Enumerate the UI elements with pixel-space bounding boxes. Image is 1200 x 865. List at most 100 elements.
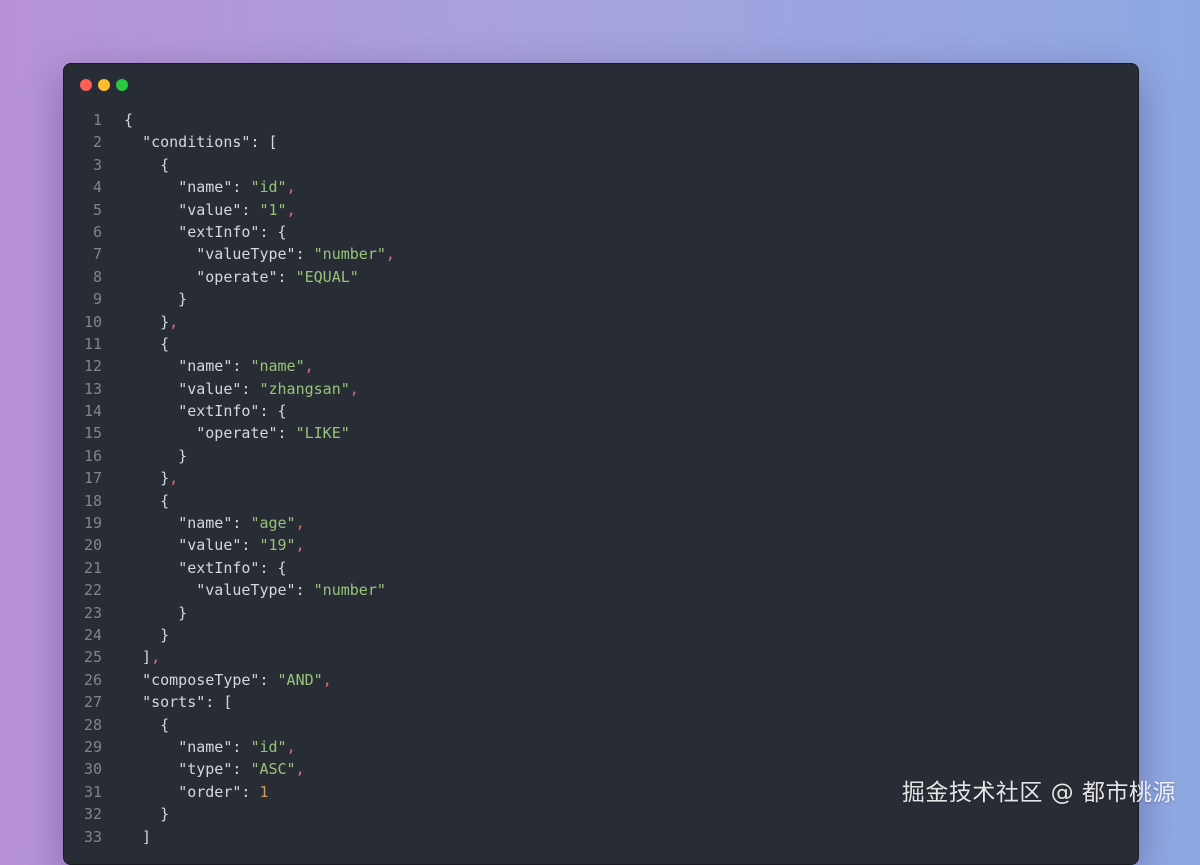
json-punctuation bbox=[124, 536, 178, 554]
code-line: 17 }, bbox=[64, 467, 1138, 489]
line-number: 23 bbox=[83, 603, 102, 622]
json-punctuation: } bbox=[124, 603, 188, 622]
line-text: "order": 1 bbox=[124, 781, 268, 803]
code-line: 4 "name": "id", bbox=[64, 176, 1138, 198]
line-text: ], bbox=[124, 646, 160, 668]
code-line: 16 } bbox=[64, 445, 1138, 467]
json-key: "name" bbox=[178, 178, 233, 197]
json-key: "operate" bbox=[196, 424, 278, 443]
json-punctuation bbox=[124, 201, 178, 219]
code-line: 21 "extInfo": { bbox=[64, 557, 1138, 579]
code-line: 5 "value": "1", bbox=[64, 199, 1138, 221]
json-key: "type" bbox=[178, 760, 233, 779]
line-number: 4 bbox=[92, 178, 102, 197]
line-text: "operate": "EQUAL" bbox=[124, 266, 359, 288]
json-punctuation bbox=[124, 245, 196, 263]
json-key: "name" bbox=[178, 514, 233, 533]
code-line: 15 "operate": "LIKE" bbox=[64, 422, 1138, 444]
minimize-button[interactable] bbox=[98, 79, 110, 91]
code-line: 20 "value": "19", bbox=[64, 534, 1138, 556]
line-text: "composeType": "AND", bbox=[124, 669, 332, 691]
line-number: 30 bbox=[83, 760, 102, 779]
code-line: 29 "name": "id", bbox=[64, 736, 1138, 758]
line-text: } bbox=[124, 624, 169, 646]
json-punctuation: : bbox=[232, 737, 251, 756]
json-punctuation bbox=[124, 671, 142, 689]
json-punctuation bbox=[124, 559, 178, 577]
line-text: "value": "zhangsan", bbox=[124, 378, 359, 400]
json-string: "AND" bbox=[277, 670, 323, 689]
code-line: 6 "extInfo": { bbox=[64, 221, 1138, 243]
json-punctuation: : { bbox=[259, 558, 287, 577]
json-comma: , bbox=[286, 178, 296, 197]
json-punctuation bbox=[124, 402, 178, 420]
line-text: "name": "id", bbox=[124, 736, 295, 758]
json-punctuation: } bbox=[124, 290, 188, 309]
code-line: 24 } bbox=[64, 624, 1138, 646]
json-string: "EQUAL" bbox=[295, 267, 359, 286]
code-line: 23 } bbox=[64, 602, 1138, 624]
line-text: "operate": "LIKE" bbox=[124, 422, 350, 444]
json-punctuation: : bbox=[277, 424, 296, 443]
close-button[interactable] bbox=[80, 79, 92, 91]
line-number: 27 bbox=[83, 693, 102, 712]
code-block[interactable]: 1{2 "conditions": [3 {4 "name": "id", 5 "… bbox=[64, 109, 1138, 848]
line-number: 22 bbox=[83, 581, 102, 600]
json-punctuation: : { bbox=[259, 222, 287, 241]
line-text: ] bbox=[124, 826, 151, 848]
json-key: "valueType" bbox=[196, 581, 296, 600]
json-punctuation: : bbox=[232, 178, 251, 197]
json-punctuation bbox=[124, 783, 178, 801]
code-window: 1{2 "conditions": [3 {4 "name": "id", 5 "… bbox=[63, 63, 1139, 865]
json-punctuation: ] bbox=[124, 827, 152, 846]
line-text: "extInfo": { bbox=[124, 400, 286, 422]
line-number: 6 bbox=[92, 222, 102, 241]
code-line: 22 "valueType": "number" bbox=[64, 579, 1138, 601]
line-text: }, bbox=[124, 467, 178, 489]
line-text: "conditions": [ bbox=[124, 131, 277, 153]
json-comma: , bbox=[385, 245, 395, 264]
json-punctuation: : bbox=[277, 267, 296, 286]
line-number: 29 bbox=[83, 737, 102, 756]
line-number: 26 bbox=[83, 670, 102, 689]
json-punctuation bbox=[124, 223, 178, 241]
line-number: 25 bbox=[83, 648, 102, 667]
code-line: 9 } bbox=[64, 288, 1138, 310]
json-punctuation bbox=[124, 268, 196, 286]
line-number: 5 bbox=[92, 200, 102, 219]
json-punctuation bbox=[124, 357, 178, 375]
json-key: "extInfo" bbox=[178, 558, 260, 577]
code-line: 26 "composeType": "AND", bbox=[64, 669, 1138, 691]
code-line: 19 "name": "age", bbox=[64, 512, 1138, 534]
json-punctuation: : bbox=[232, 514, 251, 533]
json-punctuation: } bbox=[124, 446, 188, 465]
json-punctuation: { bbox=[124, 111, 134, 129]
json-punctuation: : bbox=[295, 581, 314, 600]
line-number: 13 bbox=[83, 379, 102, 398]
line-text: "name": "id", bbox=[124, 176, 296, 198]
code-line: 11 { bbox=[64, 333, 1138, 355]
line-text: } bbox=[124, 803, 169, 825]
line-number: 10 bbox=[83, 312, 102, 331]
line-number: 15 bbox=[83, 424, 102, 443]
line-text: "value": "1", bbox=[124, 199, 295, 221]
code-line: 13 "value": "zhangsan", bbox=[64, 378, 1138, 400]
line-number: 2 bbox=[92, 133, 102, 152]
json-string: "id" bbox=[250, 737, 287, 756]
json-key: "sorts" bbox=[142, 693, 206, 712]
json-comma: , bbox=[295, 760, 305, 779]
json-punctuation: { bbox=[124, 155, 170, 174]
json-key: "value" bbox=[178, 536, 242, 555]
json-punctuation bbox=[124, 581, 196, 599]
code-line: 8 "operate": "EQUAL" bbox=[64, 266, 1138, 288]
zoom-button[interactable] bbox=[116, 79, 128, 91]
json-key: "extInfo" bbox=[178, 402, 260, 421]
line-text: "valueType": "number", bbox=[124, 243, 395, 265]
line-text: "extInfo": { bbox=[124, 557, 287, 579]
json-punctuation bbox=[124, 133, 142, 151]
line-text: { bbox=[124, 490, 169, 512]
line-number: 24 bbox=[83, 625, 102, 644]
json-punctuation: : bbox=[241, 782, 260, 801]
json-comma: , bbox=[169, 312, 179, 331]
line-number: 28 bbox=[83, 715, 102, 734]
